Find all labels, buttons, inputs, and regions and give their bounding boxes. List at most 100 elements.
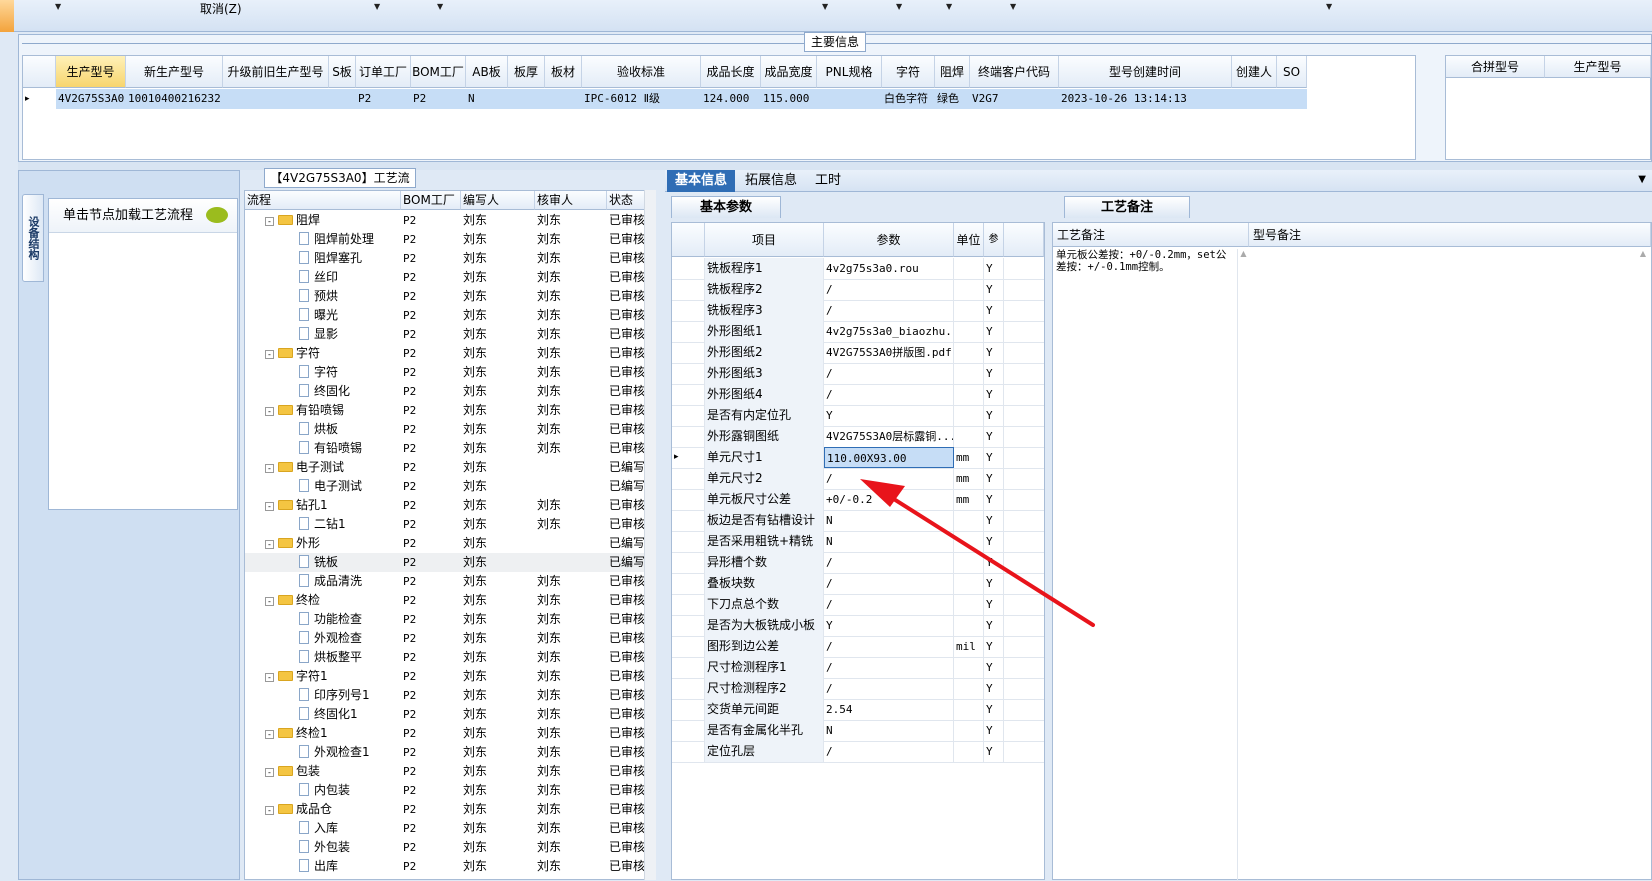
main-info-cell[interactable]: V2G7	[970, 89, 1059, 109]
col-header[interactable]: BOM工厂	[401, 191, 461, 210]
tree-node[interactable]: - 终检1	[245, 724, 401, 743]
param-value[interactable]: Y	[824, 405, 954, 426]
param-row[interactable]: 下刀点总个数 / Y	[672, 594, 1044, 616]
col-header[interactable]: 生产型号	[56, 56, 126, 88]
tree-row[interactable]: 有铅喷锡 P2 刘东 刘东 已审核	[245, 439, 645, 458]
vertical-tab-device-structure[interactable]: 设备结构	[22, 194, 44, 282]
param-row[interactable]: 尺寸检测程序1/ Y	[672, 657, 1044, 679]
param-row[interactable]: 交货单元间距 2.54 Y	[672, 699, 1044, 721]
row-indicator[interactable]: ▸	[672, 447, 705, 468]
tree-node[interactable]: - 阻焊	[245, 211, 401, 230]
row-indicator[interactable]	[672, 426, 705, 447]
row-indicator[interactable]	[672, 489, 705, 510]
tree-row[interactable]: - 外形 P2 刘东 已编写	[245, 534, 645, 553]
param-value[interactable]: /	[824, 300, 954, 321]
tree-row[interactable]: 电子测试 P2 刘东 已编写	[245, 477, 645, 496]
col-header[interactable]: 成品长度	[701, 56, 761, 88]
row-indicator[interactable]	[672, 405, 705, 426]
param-row[interactable]: 外形图纸4/ Y	[672, 384, 1044, 406]
param-value[interactable]: 110.00X93.00	[824, 447, 954, 468]
tree-node[interactable]: - 电子测试	[245, 458, 401, 477]
tree-node[interactable]: 铣板	[245, 553, 401, 572]
tree-row[interactable]: 成品清洗 P2 刘东 刘东 已审核	[245, 572, 645, 591]
tree-node[interactable]: - 字符	[245, 344, 401, 363]
col-header[interactable]: PNL规格	[817, 56, 882, 88]
main-info-grid[interactable]: 生产型号 新生产型号 升级前旧生产型号 S板 订单工厂 BOM工厂 AB板 板厚 板材 验收标准成…	[22, 55, 1416, 160]
row-indicator[interactable]	[672, 636, 705, 657]
tree-node[interactable]: - 包装	[245, 762, 401, 781]
note-scrollbar[interactable]: ▲	[1637, 249, 1649, 258]
tree-node[interactable]: 外包装	[245, 838, 401, 857]
param-value[interactable]: 4v2g75s3a0.rou	[824, 258, 954, 279]
process-note-text[interactable]: 单元板公差按：+0/-0.2mm，set公差按：+/-0.1mm控制。	[1056, 249, 1236, 273]
tab-extended-info[interactable]: 拓展信息	[737, 170, 805, 192]
tree-node[interactable]: 入库	[245, 819, 401, 838]
param-value[interactable]: 4V2G75S3A0层标露铜...	[824, 426, 954, 447]
col-header[interactable]: 参	[984, 223, 1004, 257]
tree-row[interactable]: 曝光 P2 刘东 刘东 已审核	[245, 306, 645, 325]
collapse-icon[interactable]: -	[265, 806, 274, 815]
param-row[interactable]: 单元板尺寸公差 +0/-0.2 mm Y	[672, 489, 1044, 511]
col-header[interactable]: 终端客户代码	[970, 56, 1059, 88]
col-header[interactable]: 型号创建时间	[1059, 56, 1232, 88]
main-info-cell[interactable]: 2023-10-26 13:14:13	[1059, 89, 1232, 109]
tree-node[interactable]: 烘板整平	[245, 648, 401, 667]
vertical-scrollbar[interactable]	[644, 190, 656, 880]
tree-row[interactable]: 烘板 P2 刘东 刘东 已审核	[245, 420, 645, 439]
param-row[interactable]: 外形图纸3/ Y	[672, 363, 1044, 385]
tree-row[interactable]: 终固化 P2 刘东 刘东 已审核	[245, 382, 645, 401]
basic-params-grid[interactable]: 项目 参数 单位 参 铣板程序1 4v2g75s3a0.rou Y 铣板程序2/Y 铣板…	[671, 222, 1045, 880]
col-header[interactable]: BOM工厂	[411, 56, 466, 88]
col-header[interactable]: 编写人	[461, 191, 535, 210]
col-header[interactable]: 成品宽度	[761, 56, 817, 88]
col-header[interactable]: 板材	[545, 56, 582, 88]
tab-basic-info[interactable]: 基本信息	[667, 170, 736, 192]
tree-row[interactable]: 铣板 P2 刘东 已编写	[245, 553, 645, 572]
tree-row[interactable]: 终固化1 P2 刘东 刘东 已审核	[245, 705, 645, 724]
tree-node[interactable]: 内包装	[245, 781, 401, 800]
param-value[interactable]: +0/-0.2	[824, 489, 954, 510]
main-info-cell[interactable]: 绿色	[935, 89, 970, 109]
tree-row[interactable]: 二钻1 P2 刘东 刘东 已审核	[245, 515, 645, 534]
collapse-icon[interactable]: -	[265, 502, 274, 511]
row-indicator[interactable]	[672, 258, 705, 279]
tree-node[interactable]: - 字符1	[245, 667, 401, 686]
collapse-icon[interactable]: -	[265, 768, 274, 777]
main-info-cell[interactable]: 10010400216232	[126, 89, 223, 109]
param-value[interactable]: /	[824, 279, 954, 300]
main-info-cell[interactable]: P2	[356, 89, 411, 109]
col-header[interactable]: 新生产型号	[126, 56, 223, 88]
row-indicator[interactable]	[672, 594, 705, 615]
param-row[interactable]: 单元尺寸2/mm Y	[672, 468, 1044, 490]
tree-row[interactable]: 外观检查1 P2 刘东 刘东 已审核	[245, 743, 645, 762]
param-value[interactable]: /	[824, 636, 954, 657]
row-indicator[interactable]	[672, 531, 705, 552]
col-header[interactable]: 创建人	[1232, 56, 1277, 88]
row-indicator[interactable]	[672, 300, 705, 321]
tree-row[interactable]: - 终检 P2 刘东 刘东 已审核	[245, 591, 645, 610]
tree-row[interactable]: 外观检查 P2 刘东 刘东 已审核	[245, 629, 645, 648]
row-indicator[interactable]	[672, 384, 705, 405]
collapse-icon[interactable]: -	[265, 597, 274, 606]
param-value[interactable]: /	[824, 384, 954, 405]
param-value[interactable]: N	[824, 720, 954, 741]
tree-node[interactable]: - 钻孔1	[245, 496, 401, 515]
col-header[interactable]: 参数	[824, 223, 954, 257]
param-row[interactable]: ▸ 单元尺寸1 110.00X93.00 mm Y	[672, 447, 1044, 469]
tree-node[interactable]: 功能检查	[245, 610, 401, 629]
param-row[interactable]: 异形槽个数 / Y	[672, 552, 1044, 574]
main-info-cell[interactable]	[1232, 89, 1277, 109]
row-indicator[interactable]	[672, 279, 705, 300]
dropdown-arrow-icon[interactable]: ▼	[946, 2, 952, 11]
param-row[interactable]: 定位孔层 / Y	[672, 741, 1044, 763]
col-header[interactable]: 型号备注	[1249, 223, 1651, 247]
tree-row[interactable]: - 包装 P2 刘东 刘东 已审核	[245, 762, 645, 781]
tree-row[interactable]: 外包装 P2 刘东 刘东 已审核	[245, 838, 645, 857]
param-value[interactable]: 4V2G75S3A0拼版图.pdf	[824, 342, 954, 363]
tree-row[interactable]: - 终检1 P2 刘东 刘东 已审核	[245, 724, 645, 743]
note-scrollbar[interactable]: ▲	[1237, 249, 1249, 881]
param-value[interactable]: /	[824, 741, 954, 762]
collapse-icon[interactable]: -	[265, 730, 274, 739]
tree-node[interactable]: 阻焊塞孔	[245, 249, 401, 268]
col-header[interactable]: 订单工厂	[356, 56, 411, 88]
